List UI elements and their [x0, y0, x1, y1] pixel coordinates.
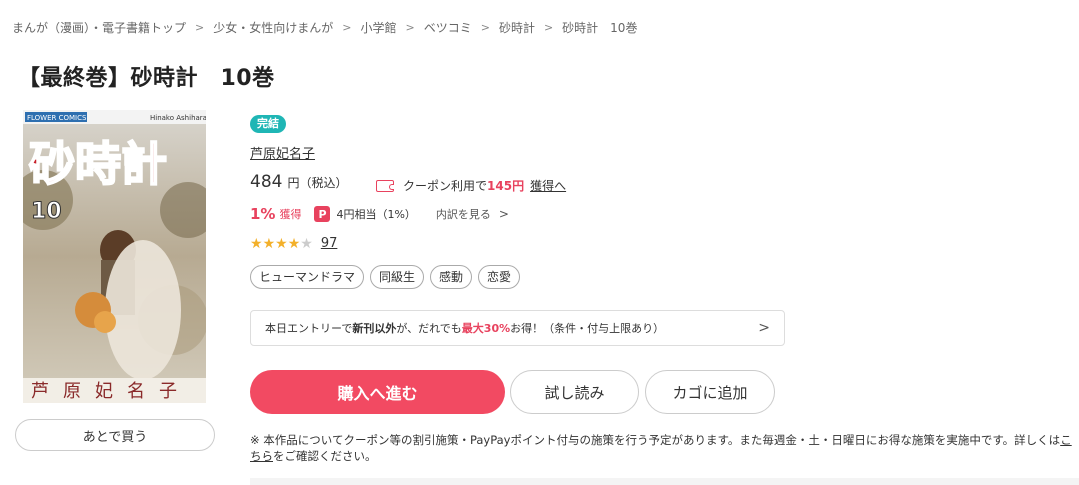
- campaign-text-4: 最大30%: [461, 322, 511, 335]
- breadcrumb-item-magazine[interactable]: ベツコミ: [424, 19, 472, 36]
- note-text-1: ※ 本作品についてクーポン等の割引施策・PayPayポイント付与の施策を行う予定…: [250, 433, 1061, 447]
- coupon-row: クーポン利用で 145円 獲得へ: [376, 177, 566, 194]
- star-icon: ★: [262, 235, 276, 252]
- campaign-text-3: が、だれでも: [396, 322, 462, 335]
- paypay-icon: P: [314, 206, 331, 222]
- coupon-get-link[interactable]: 獲得へ: [530, 177, 566, 194]
- chevron-right-icon: >: [498, 207, 509, 221]
- chevron-right-icon: >: [758, 320, 770, 336]
- breadcrumb-separator: >: [543, 21, 554, 34]
- tag-classmate[interactable]: 同級生: [370, 265, 425, 289]
- star-icon: ★: [250, 235, 263, 252]
- rating-stars: ★ ★ ★ ★ ★: [250, 237, 313, 251]
- review-count-link[interactable]: 97: [321, 236, 338, 251]
- breadcrumb-item-shoujo[interactable]: 少女・女性向けまんが: [213, 19, 333, 36]
- sample-read-button[interactable]: 試し読み: [510, 370, 639, 414]
- point-row: 1% 獲得 P 4円相当（1%） 内訳を見る >: [250, 205, 509, 223]
- breadcrumb-separator: >: [342, 21, 352, 34]
- tag-human-drama[interactable]: ヒューマンドラマ: [250, 265, 365, 289]
- buy-button[interactable]: 購入へ進む: [250, 370, 505, 414]
- cover-publisher-badge: FLOWER COMICS: [27, 114, 87, 122]
- breadcrumb-separator: >: [195, 21, 205, 34]
- coupon-icon: [376, 179, 394, 192]
- star-icon: ★: [275, 235, 288, 252]
- buy-later-button[interactable]: あとで買う: [15, 419, 215, 451]
- point-percent: 1%: [250, 205, 276, 223]
- status-badge: 完結: [250, 115, 286, 133]
- breadcrumb-item-current: 砂時計 10巻: [562, 21, 638, 35]
- campaign-banner[interactable]: 本日エントリーで 新刊以外 が、だれでも 最大30% お得！（条件・付与上限あり） >: [250, 310, 785, 346]
- cover-illustration: FLOWER COMICS Hinako Ashihara 砂時計 10 芦原妃…: [23, 110, 206, 403]
- rating-row: ★ ★ ★ ★ ★ 97: [250, 236, 337, 251]
- price-unit: 円（税込）: [287, 176, 348, 190]
- campaign-text-2: 新刊以外: [352, 322, 397, 335]
- cover-author-kanji: 芦原妃名子: [31, 381, 191, 402]
- point-breakdown-link[interactable]: 内訳を見る: [436, 206, 491, 222]
- page-title: 【最終巻】砂時計 10巻: [18, 66, 275, 91]
- paypay-equivalent: 4円相当（1%）: [336, 208, 416, 221]
- campaign-text-1: 本日エントリーで: [265, 322, 353, 335]
- campaign-text-5: お得！（条件・付与上限あり）: [510, 322, 665, 335]
- star-icon: ★: [300, 235, 313, 252]
- star-icon: ★: [287, 235, 301, 252]
- cover-author-romaji: Hinako Ashihara: [150, 114, 206, 122]
- coupon-prefix: クーポン利用で: [403, 179, 488, 193]
- tag-moving[interactable]: 感動: [430, 265, 473, 289]
- breadcrumb-separator: >: [480, 21, 490, 34]
- add-to-cart-button[interactable]: カゴに追加: [645, 370, 775, 414]
- promotion-note: ※ 本作品についてクーポン等の割引施策・PayPayポイント付与の施策を行う予定…: [250, 432, 1076, 464]
- coupon-price: 145円: [487, 179, 525, 193]
- cover-volume-number: 10: [31, 199, 62, 224]
- cover-image[interactable]: FLOWER COMICS Hinako Ashihara 砂時計 10 芦原妃…: [23, 110, 206, 403]
- breadcrumb-item-series[interactable]: 砂時計: [499, 19, 535, 36]
- breadcrumb-item-top[interactable]: まんが（漫画）・電子書籍トップ: [12, 19, 186, 36]
- section-divider: [250, 478, 1079, 485]
- breadcrumb: まんが（漫画）・電子書籍トップ > 少女・女性向けまんが > 小学館 > ベツコ…: [12, 19, 637, 36]
- tag-list: ヒューマンドラマ 同級生 感動 恋愛: [250, 265, 521, 289]
- point-percent-label: 獲得: [279, 208, 302, 221]
- price-value: 484: [250, 172, 283, 192]
- cover-series-title: 砂時計: [29, 137, 167, 191]
- price-row: 484 円（税込）: [250, 172, 347, 192]
- tag-romance[interactable]: 恋愛: [478, 265, 521, 289]
- breadcrumb-item-publisher[interactable]: 小学館: [360, 19, 396, 36]
- author-link[interactable]: 芦原妃名子: [250, 143, 315, 162]
- breadcrumb-separator: >: [405, 21, 415, 34]
- note-text-2: をご確認ください。: [273, 449, 377, 463]
